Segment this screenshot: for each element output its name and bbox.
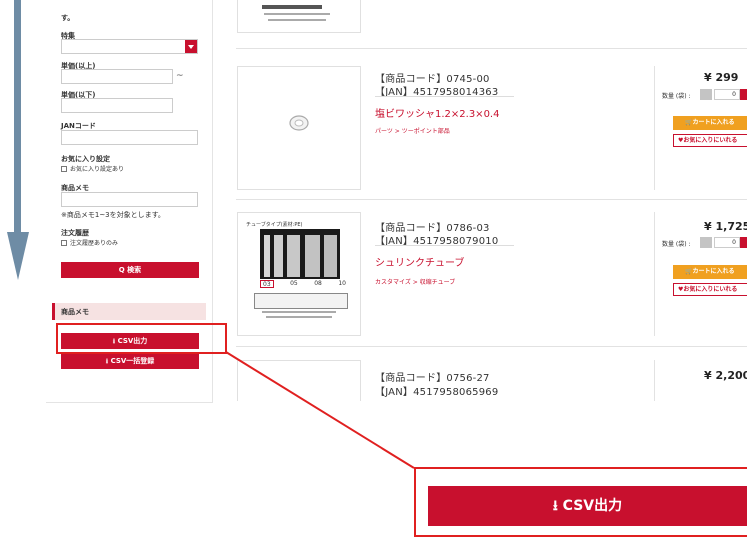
- highlight-box: [56, 323, 227, 354]
- product-price: ¥ 299: [704, 71, 739, 84]
- download-icon: ⭳: [552, 498, 558, 514]
- quantity-plus-button[interactable]: [740, 237, 747, 248]
- quantity-plus-button[interactable]: [740, 89, 747, 100]
- zoomed-csv-export-button[interactable]: ⭳ CSV出力: [428, 486, 747, 526]
- size-options: 03 05 08 10: [260, 280, 346, 288]
- select-arrow-icon: [185, 40, 197, 53]
- checkbox-icon[interactable]: [61, 240, 67, 246]
- product-row-partial: 【商品コード】0756-27 【JAN】4517958065969 ¥ 2,20…: [0, 360, 747, 401]
- memo-section-header: 商品メモ: [52, 303, 206, 320]
- scroll-down-arrow: [14, 0, 21, 235]
- product-price: ¥ 2,200: [704, 369, 747, 382]
- history-checkbox[interactable]: 注文履歴ありのみ: [61, 238, 118, 247]
- spec-table: [254, 293, 348, 309]
- product-separator: [236, 346, 747, 347]
- history-label: 注文履歴: [61, 229, 89, 237]
- favorite-checkbox[interactable]: お気に入り設定あり: [61, 164, 124, 173]
- product-name[interactable]: シュリンクチューブ: [375, 254, 464, 269]
- quantity-label: 数量 (袋) :: [662, 93, 691, 100]
- memo-note: ※商品メモ1~3を対象とします。: [61, 211, 165, 219]
- feature-select[interactable]: [61, 39, 198, 54]
- jan-input[interactable]: [61, 130, 198, 145]
- product-category[interactable]: カスタマイズ > 収縮チューブ: [375, 277, 455, 286]
- tube-image: [260, 229, 340, 279]
- unit-price-max-input[interactable]: [61, 98, 173, 113]
- product-code: 【商品コード】0756-27: [375, 373, 490, 384]
- size-option[interactable]: 05: [290, 280, 298, 288]
- quantity-input[interactable]: 0: [714, 237, 740, 248]
- memo-section-title: 商品メモ: [61, 308, 89, 316]
- quantity-label: 数量 (袋) :: [662, 241, 691, 248]
- checkbox-icon[interactable]: [61, 166, 67, 172]
- product-separator: [236, 48, 747, 49]
- size-option[interactable]: 10: [338, 280, 346, 288]
- product-jan: 【JAN】4517958065969: [375, 387, 499, 398]
- add-to-cart-button[interactable]: 🛒カートに入れる: [673, 116, 747, 130]
- memo-input[interactable]: [61, 192, 198, 207]
- scroll-down-arrow-head: [7, 232, 29, 280]
- search-button[interactable]: Q 検索: [61, 262, 199, 278]
- add-to-favorite-button[interactable]: ♥お気に入りにいれる: [673, 283, 747, 296]
- size-option[interactable]: 03: [260, 280, 274, 288]
- product-separator: [236, 199, 747, 200]
- product-category[interactable]: パーツ > ツーポイント部品: [375, 126, 450, 135]
- product-image[interactable]: チューブタイプ(素材:PE) 03 05 08 10: [237, 212, 361, 336]
- size-option[interactable]: 08: [314, 280, 322, 288]
- favorite-label: お気に入り設定: [61, 155, 110, 163]
- product-image[interactable]: [237, 66, 361, 190]
- product-image[interactable]: [237, 360, 361, 401]
- quantity-minus-button[interactable]: [700, 89, 712, 100]
- add-to-favorite-button[interactable]: ♥お気に入りにいれる: [673, 134, 747, 147]
- unit-price-min-input[interactable]: [61, 69, 173, 84]
- tube-image-caption: チューブタイプ(素材:PE): [246, 222, 303, 228]
- washer-image: [289, 115, 309, 131]
- range-separator: ~: [176, 71, 184, 81]
- quantity-input[interactable]: 0: [714, 89, 740, 100]
- product-price: ¥ 1,725: [704, 220, 747, 233]
- sidebar-top-text: す。: [61, 14, 75, 22]
- previous-product-image[interactable]: [237, 0, 361, 33]
- quantity-minus-button[interactable]: [700, 237, 712, 248]
- product-name[interactable]: 塩ビワッシャ1.2×2.3×0.4: [375, 105, 499, 120]
- add-to-cart-button[interactable]: 🛒カートに入れる: [673, 265, 747, 279]
